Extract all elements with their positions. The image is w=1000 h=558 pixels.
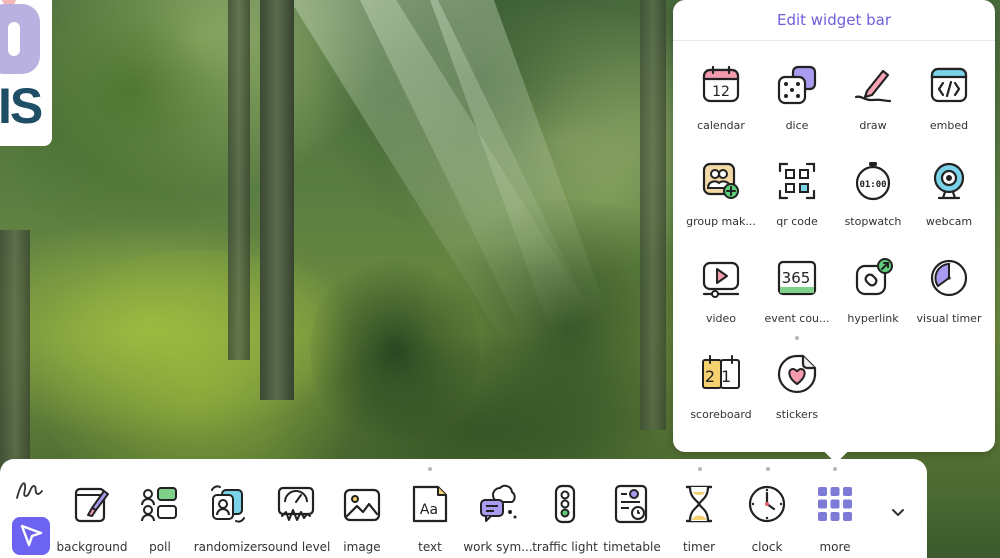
widget-label: event cou... xyxy=(764,312,830,325)
scoreboard-icon: 21 xyxy=(701,354,741,394)
hourglass-timer-icon xyxy=(679,484,719,524)
selection-dot xyxy=(795,336,799,340)
qr-code-icon xyxy=(777,161,817,201)
edit-widget-bar-popup: Edit widget bar 12 calendar dice draw em… xyxy=(673,0,995,452)
webcam-icon xyxy=(929,161,969,201)
widget-visual-timer[interactable]: visual timer xyxy=(911,258,987,348)
popup-divider xyxy=(673,40,995,41)
widget-label: group mak... xyxy=(686,215,756,228)
widget-label: hyperlink xyxy=(847,312,899,325)
app-logo: IS xyxy=(0,0,52,146)
pencil-draw-icon xyxy=(853,65,893,105)
sticker-heart-icon xyxy=(777,354,817,394)
widget-scoreboard[interactable]: 21 scoreboard xyxy=(683,354,759,444)
widget-webcam[interactable]: webcam xyxy=(911,161,987,251)
toolbar-more[interactable]: more xyxy=(801,480,869,558)
stopwatch-icon: 01:00 xyxy=(853,161,893,201)
widget-label: scoreboard xyxy=(690,408,752,421)
collapse-toolbar-button[interactable] xyxy=(884,498,912,526)
embed-code-icon xyxy=(929,65,969,105)
squiggle-draw-icon[interactable] xyxy=(14,476,44,502)
widget-label: visual timer xyxy=(916,312,982,325)
calendar-icon: 12 xyxy=(701,65,741,105)
toolbar-dot-text xyxy=(428,467,432,471)
cursor-arrow-icon xyxy=(20,524,43,547)
toolbar-dot-timer xyxy=(698,467,702,471)
widget-dice[interactable]: dice xyxy=(759,65,835,155)
calendar-badge: 12 xyxy=(712,84,730,100)
widget-calendar[interactable]: 12 calendar xyxy=(683,65,759,155)
widget-label: video xyxy=(705,312,737,325)
more-grid-icon xyxy=(815,484,855,524)
toolbar-sound-level[interactable]: sound level xyxy=(262,480,330,558)
widget-draw[interactable]: draw xyxy=(835,65,911,155)
widget-label: calendar xyxy=(697,119,745,132)
toolbar-dot-clock xyxy=(766,467,770,471)
group-maker-icon xyxy=(701,161,741,201)
toolbar-timetable[interactable]: timetable xyxy=(598,480,666,558)
widget-hyperlink[interactable]: hyperlink xyxy=(835,258,911,348)
clock-icon xyxy=(747,484,787,524)
widget-qr-code[interactable]: qr code xyxy=(759,161,835,251)
logo-shape xyxy=(0,4,40,74)
event-countdown-icon: 365 xyxy=(777,258,817,298)
toolbar-work-symbols[interactable]: work sym... xyxy=(463,480,533,558)
timetable-icon xyxy=(612,484,652,524)
randomizer-icon xyxy=(208,484,248,524)
widget-stickers[interactable]: stickers xyxy=(759,354,835,444)
toolbar-timer[interactable]: timer xyxy=(665,480,733,558)
popup-title: Edit widget bar xyxy=(776,11,892,29)
visual-timer-icon xyxy=(929,258,969,298)
text-icon: Aa xyxy=(410,484,450,524)
widget-label: draw xyxy=(859,119,887,132)
dice-icon xyxy=(777,65,817,105)
sound-level-icon xyxy=(276,484,316,524)
widget-label: embed xyxy=(929,119,969,132)
chevron-down-icon xyxy=(892,509,904,516)
logo-text: IS xyxy=(0,78,43,134)
image-icon xyxy=(342,484,382,524)
work-symbols-icon xyxy=(478,484,518,524)
pointer-button[interactable] xyxy=(12,517,50,555)
widget-label: qr code xyxy=(776,215,818,228)
widget-label: dice xyxy=(785,119,809,132)
stopwatch-badge: 01:00 xyxy=(859,180,886,190)
widget-label: stickers xyxy=(775,408,819,421)
widget-group-maker[interactable]: group mak... xyxy=(683,161,759,251)
video-icon xyxy=(701,258,741,298)
text-badge: Aa xyxy=(420,502,438,518)
toolbar-image[interactable]: image xyxy=(328,480,396,558)
traffic-light-icon xyxy=(545,484,585,524)
toolbar-background[interactable]: background xyxy=(57,480,127,558)
toolbar-clock[interactable]: clock xyxy=(733,480,801,558)
toolbar-dot-more xyxy=(833,467,837,471)
countdown-badge: 365 xyxy=(782,269,811,287)
widget-label: stopwatch xyxy=(844,215,902,228)
widget-video[interactable]: video xyxy=(683,258,759,348)
widget-stopwatch[interactable]: 01:00 stopwatch xyxy=(835,161,911,251)
widget-embed[interactable]: embed xyxy=(911,65,987,155)
toolbar-randomizer[interactable]: randomizer xyxy=(194,480,262,558)
hyperlink-icon xyxy=(853,258,893,298)
toolbar-traffic-light[interactable]: traffic light xyxy=(531,480,599,558)
widget-label: webcam xyxy=(925,215,973,228)
scoreboard-badge: 21 xyxy=(705,367,737,386)
tool-label: more xyxy=(819,540,851,554)
toolbar-text[interactable]: Aa text xyxy=(396,480,464,558)
background-brush-icon xyxy=(72,484,112,524)
poll-icon xyxy=(140,484,180,524)
toolbar-poll[interactable]: poll xyxy=(126,480,194,558)
widget-event-countdown[interactable]: 365 event cou... xyxy=(759,258,835,348)
